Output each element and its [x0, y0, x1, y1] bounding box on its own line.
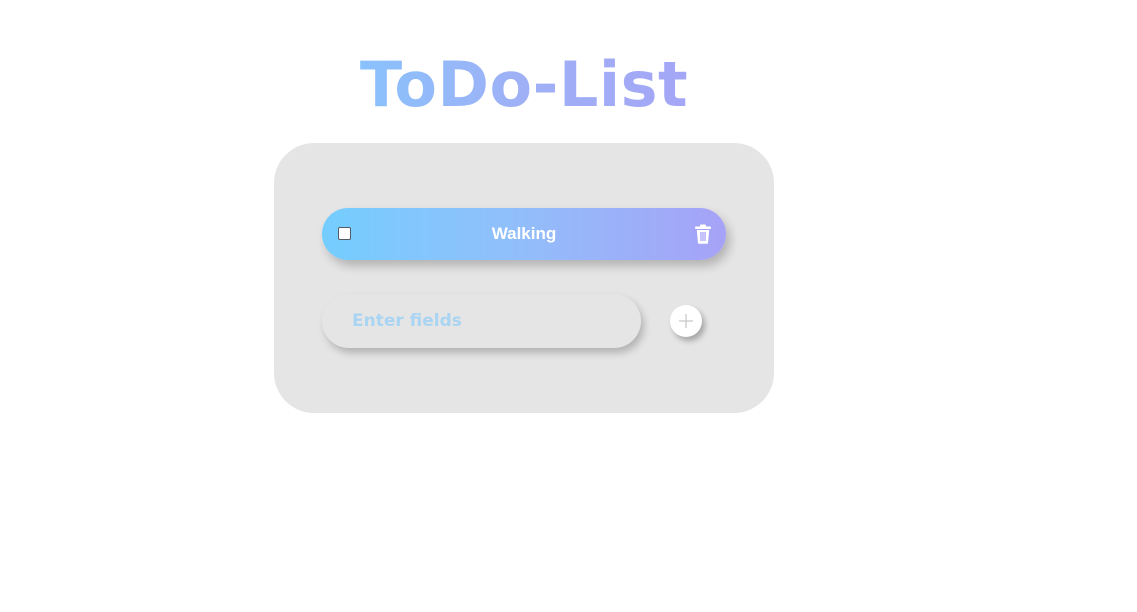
- todo-card: Walking: [274, 143, 774, 413]
- new-todo-input[interactable]: [322, 294, 641, 348]
- todo-label: Walking: [491, 224, 557, 243]
- add-todo-button[interactable]: [670, 305, 702, 337]
- page-title: ToDo-List: [274, 46, 774, 124]
- list-item: Walking: [322, 208, 726, 260]
- trash-icon: [694, 224, 712, 244]
- delete-button[interactable]: [694, 224, 712, 244]
- todo-app: ToDo-List Walking: [0, 0, 1137, 612]
- new-todo-field-wrapper: [322, 294, 641, 348]
